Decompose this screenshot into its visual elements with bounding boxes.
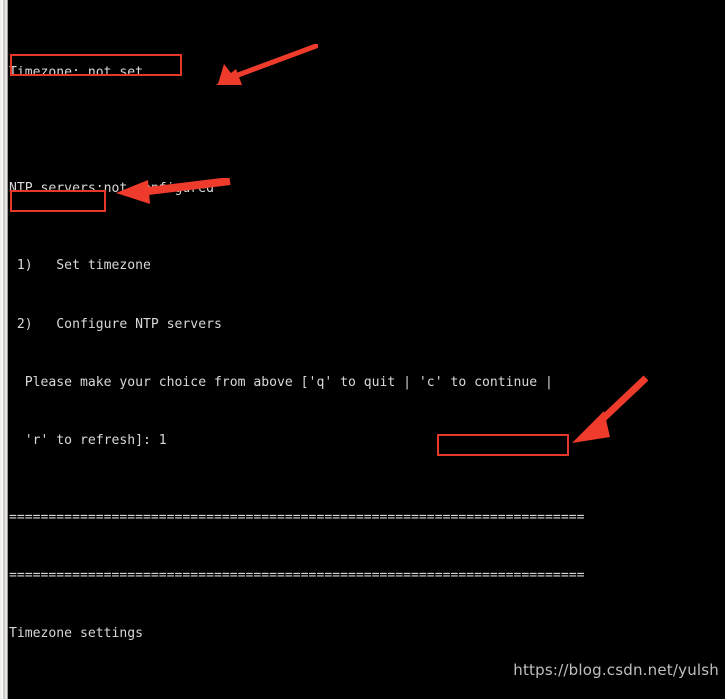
menu-item-set-timezone[interactable]: 1) Set timezone <box>9 256 725 275</box>
status-timezone: Timezone: not set <box>9 65 144 81</box>
status-ntp: NTP servers:not configured <box>9 181 214 197</box>
window-left-border <box>0 0 9 699</box>
separator-line: ========================================… <box>9 567 585 583</box>
prompt-choice-line-1: Please make your choice from above ['q' … <box>9 374 553 390</box>
separator-line: ========================================… <box>9 509 585 525</box>
section-title-region: Timezone settings <box>9 626 144 641</box>
terminal-screen[interactable]: Timezone: not set NTP servers:not config… <box>9 0 725 699</box>
menu-item-configure-ntp[interactable]: 2) Configure NTP servers <box>9 315 725 334</box>
terminal-window: Timezone: not set NTP servers:not config… <box>0 0 725 699</box>
prompt-choice-line-2[interactable]: 'r' to refresh]: 1 <box>9 431 725 450</box>
watermark-text: https://blog.csdn.net/yulsh <box>513 661 719 679</box>
